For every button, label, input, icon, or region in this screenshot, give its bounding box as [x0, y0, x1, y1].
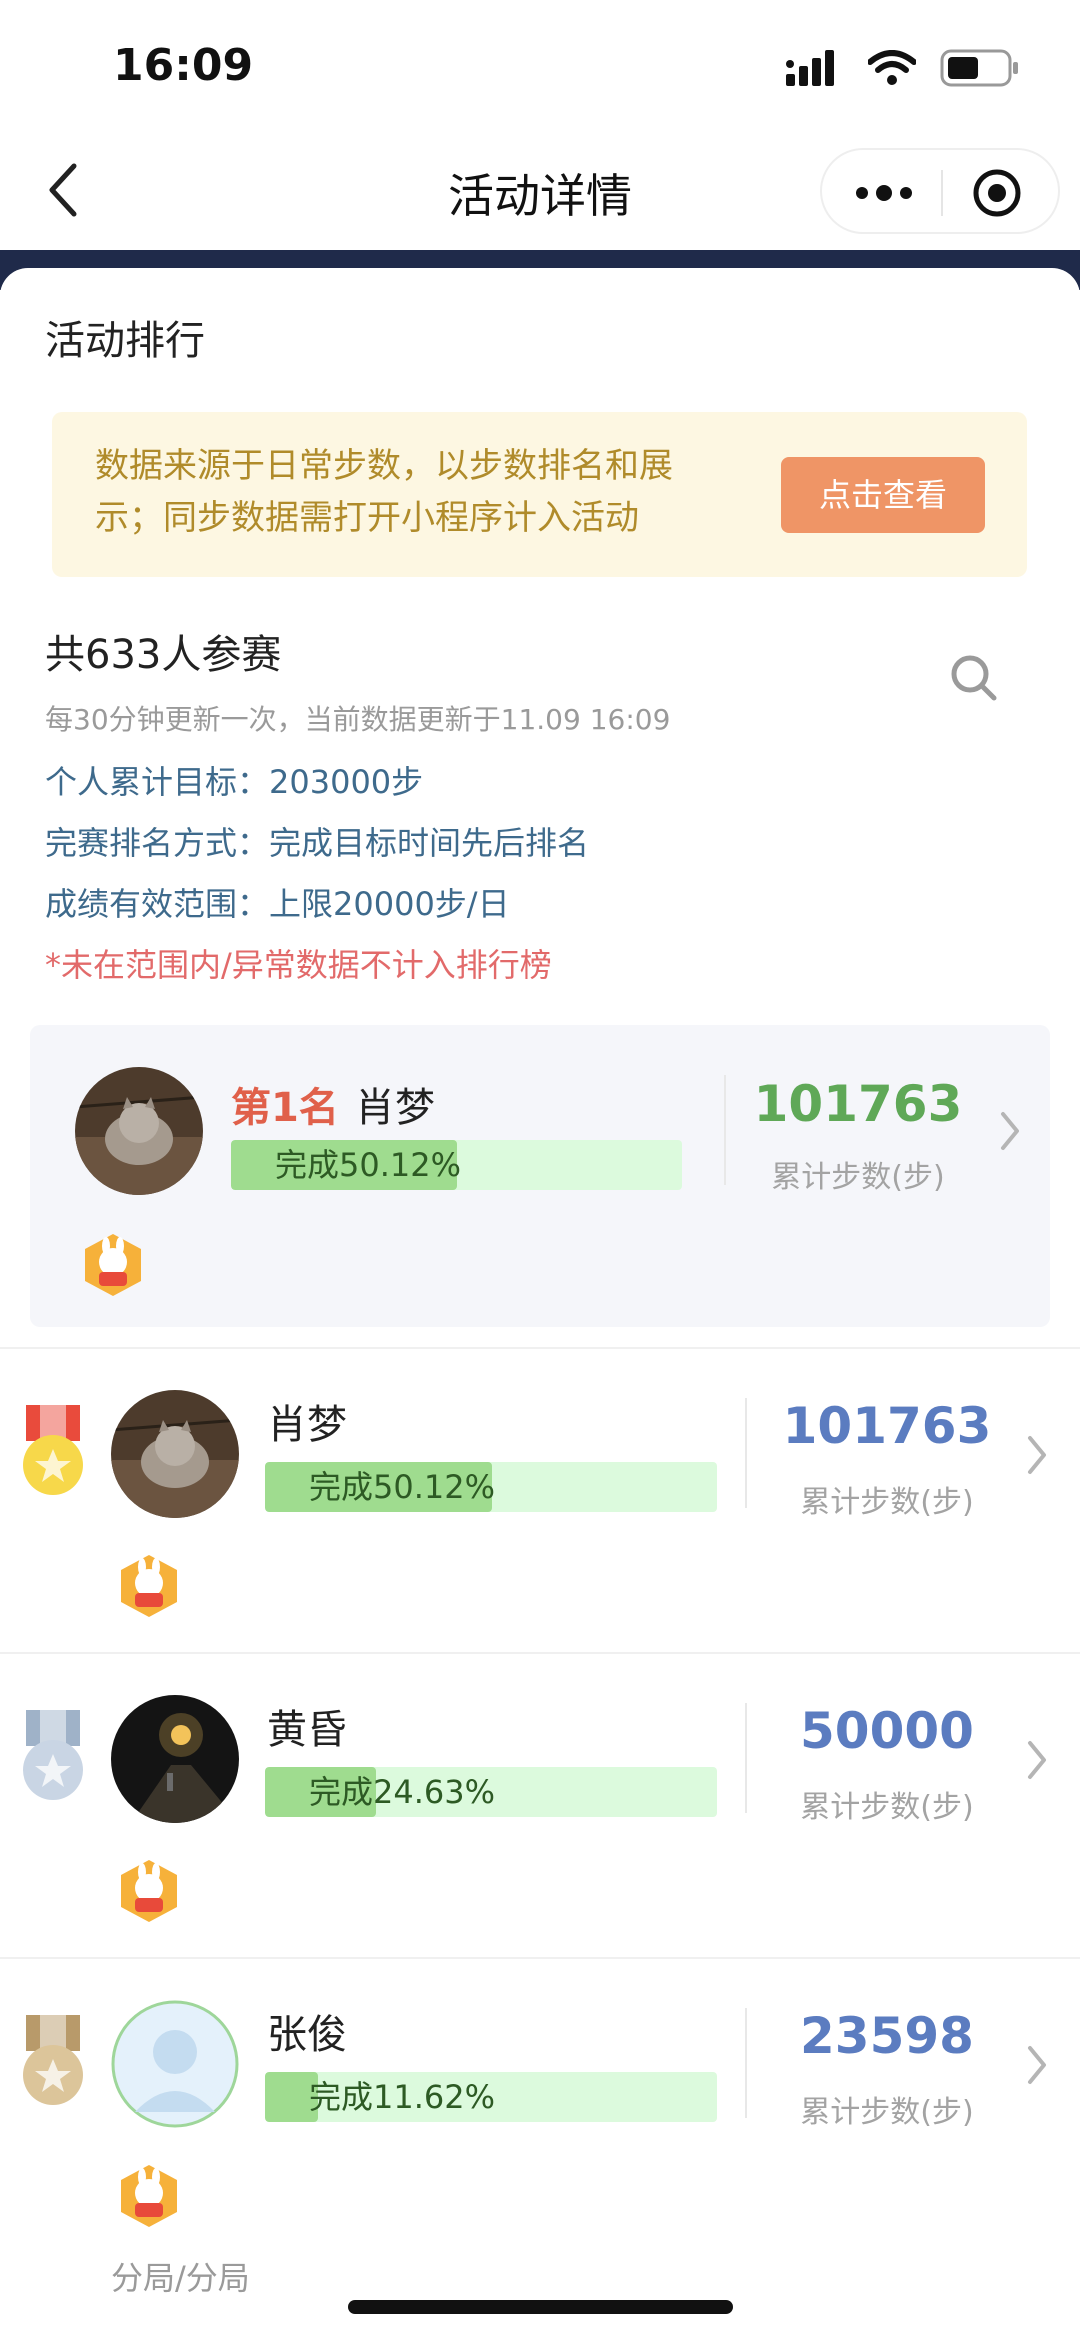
steps-label: 累计步数(步) [800, 1790, 974, 1825]
section-title: 活动排行 [45, 318, 205, 364]
progress-bar: 完成11.62% [265, 2072, 717, 2122]
gold-medal-icon [23, 1405, 83, 1495]
avatar [111, 1390, 239, 1518]
silver-medal-icon [23, 1710, 83, 1800]
more-icon[interactable] [854, 175, 914, 211]
status-icons [786, 48, 1020, 88]
progress-bar: 完成50.12% [231, 1140, 682, 1190]
steps-label: 累计步数(步) [800, 1485, 974, 1520]
rabbit-badge-icon [121, 1860, 177, 1922]
chevron-right-icon[interactable] [1022, 1430, 1052, 1480]
close-miniprogram-icon[interactable] [972, 168, 1022, 218]
progress-text: 完成50.12% [309, 1468, 496, 1506]
participant-count: 共633人参赛 [45, 632, 282, 678]
avatar [111, 2000, 239, 2128]
cat-avatar-image [111, 1390, 239, 1518]
target-text: 个人累计目标：203000步 [45, 763, 424, 801]
divider-line [745, 2008, 747, 2118]
user-name: 肖梦 [355, 1085, 435, 1131]
update-info: 每30分钟更新一次，当前数据更新于11.09 16:09 [45, 703, 671, 736]
rabbit-badge-icon [121, 1555, 177, 1617]
steps-value: 50000 [800, 1702, 974, 1760]
wifi-icon [868, 50, 916, 85]
divider-line [745, 1703, 747, 1813]
progress-text: 完成11.62% [309, 2078, 496, 2116]
view-button[interactable]: 点击查看 [781, 457, 985, 533]
user-name: 张俊 [267, 2012, 347, 2058]
steps-value: 23598 [800, 2007, 974, 2065]
steps-label: 累计步数(步) [800, 2095, 974, 2130]
home-indicator [348, 2300, 733, 2314]
valid-range-text: 成绩有效范围：上限20000步/日 [45, 885, 510, 923]
department-text: 分局/分局 [111, 2259, 250, 2297]
steps-value: 101763 [753, 1075, 963, 1133]
chevron-right-icon[interactable] [1022, 1735, 1052, 1785]
row-separator [0, 1652, 1080, 1654]
rabbit-badge-icon [121, 2165, 177, 2227]
divider-line [724, 1075, 726, 1185]
progress-text: 完成50.12% [275, 1146, 462, 1184]
progress-bar: 完成24.63% [265, 1767, 717, 1817]
user-name: 肖梦 [267, 1402, 347, 1448]
divider-line [745, 1398, 747, 1508]
chevron-right-icon[interactable] [995, 1106, 1025, 1156]
notice-text: 数据来源于日常步数，以步数排名和展示；同步数据需打开小程序计入活动 [95, 446, 673, 538]
row-separator [0, 1347, 1080, 1349]
warning-text: *未在范围内/异常数据不计入排行榜 [45, 946, 552, 984]
capsule-divider [941, 170, 943, 216]
avatar [111, 1695, 239, 1823]
row-separator [0, 1957, 1080, 1959]
steps-value: 101763 [782, 1397, 992, 1455]
progress-text: 完成24.63% [309, 1773, 496, 1811]
ranking-method-text: 完赛排名方式：完成目标时间先后排名 [45, 824, 590, 862]
miniprogram-capsule [820, 148, 1060, 234]
rank-label: 第1名 [231, 1085, 339, 1131]
avatar [75, 1067, 203, 1195]
progress-bar: 完成50.12% [265, 1462, 717, 1512]
night-road-avatar-image [111, 1695, 239, 1823]
chevron-right-icon[interactable] [1022, 2040, 1052, 2090]
rabbit-badge-icon [85, 1234, 141, 1296]
battery-icon [940, 49, 1018, 87]
status-time: 16:09 [113, 40, 254, 91]
signal-icon [786, 50, 834, 86]
user-name: 黄昏 [267, 1707, 347, 1753]
default-avatar-image [111, 2000, 239, 2128]
steps-label: 累计步数(步) [771, 1160, 945, 1195]
bronze-medal-icon [23, 2015, 83, 2105]
search-icon[interactable] [948, 652, 1000, 704]
cat-avatar-image [75, 1067, 203, 1195]
